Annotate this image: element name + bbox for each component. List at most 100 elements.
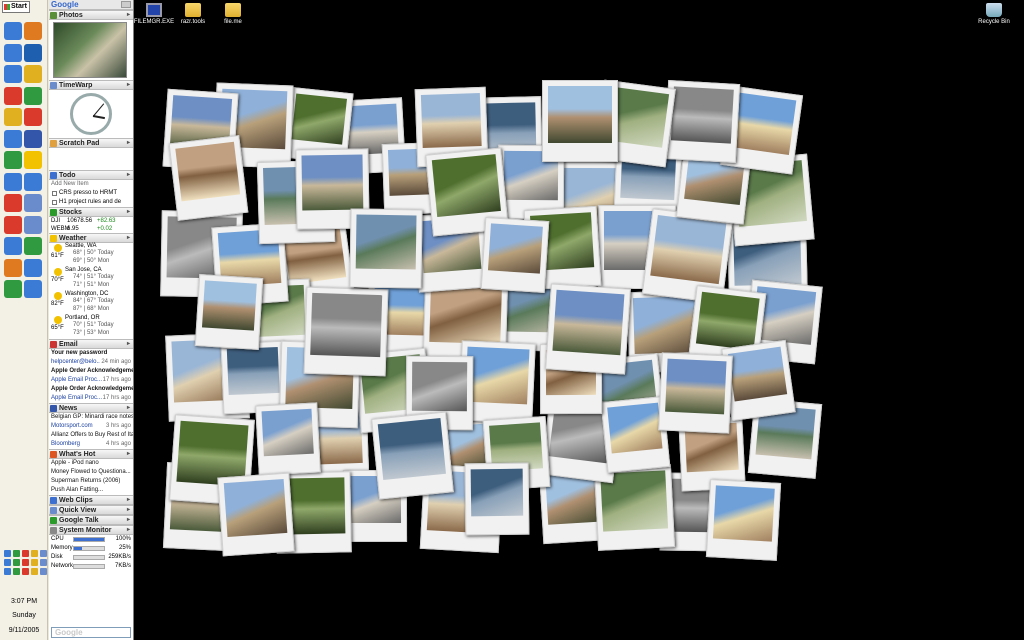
calendar-icon[interactable] bbox=[4, 215, 22, 234]
photo-polaroid[interactable] bbox=[545, 283, 631, 376]
web-clips-panel-title[interactable]: Web Clips ▸ bbox=[49, 495, 133, 505]
tray-icon[interactable] bbox=[31, 550, 38, 557]
photo-polaroid[interactable] bbox=[720, 340, 796, 422]
stocks-panel-title[interactable]: Stocks ▸ bbox=[49, 207, 133, 217]
photo-polaroid[interactable] bbox=[464, 462, 530, 536]
timewarp-panel-title[interactable]: TimeWarp ▸ bbox=[49, 80, 133, 90]
help-icon[interactable] bbox=[24, 258, 42, 277]
stock-row[interactable]: WEBM 6.95 +0.02 bbox=[49, 225, 133, 233]
photo-polaroid[interactable] bbox=[303, 286, 389, 377]
photo-polaroid[interactable] bbox=[194, 273, 263, 350]
windows-explorer-icon[interactable] bbox=[4, 22, 22, 40]
photo-polaroid[interactable] bbox=[371, 411, 455, 500]
tray-icon[interactable] bbox=[31, 559, 38, 566]
analog-clock[interactable] bbox=[70, 93, 112, 135]
panel-menu-arrow-icon[interactable]: ▸ bbox=[127, 340, 130, 349]
photo-polaroid[interactable] bbox=[217, 472, 296, 557]
tray-icon[interactable] bbox=[22, 550, 29, 557]
panel-menu-arrow-icon[interactable]: ▸ bbox=[127, 516, 130, 525]
whats-hot-item[interactable]: Money Flowed to Questiona... bbox=[49, 468, 133, 477]
photo-polaroid[interactable] bbox=[706, 479, 782, 562]
update-icon[interactable] bbox=[24, 237, 42, 255]
tools-icon[interactable] bbox=[4, 194, 22, 212]
weather-city[interactable]: Seattle, WA 61°F 68° | 50° Today 69° | 50° … bbox=[49, 243, 133, 267]
quick-view-panel-title[interactable]: Quick View ▸ bbox=[49, 505, 133, 515]
photo-slideshow-thumbnail[interactable] bbox=[53, 22, 127, 78]
photos-panel-title[interactable]: Photos ▸ bbox=[49, 10, 133, 20]
panel-menu-arrow-icon[interactable]: ▸ bbox=[127, 81, 130, 90]
start-button[interactable]: Start bbox=[2, 1, 30, 13]
printer-icon[interactable] bbox=[24, 215, 42, 234]
panel-menu-arrow-icon[interactable]: ▸ bbox=[127, 526, 130, 535]
sidebar-menu-button[interactable] bbox=[121, 1, 131, 8]
settings-icon[interactable] bbox=[24, 194, 42, 212]
bluetooth-icon[interactable] bbox=[24, 129, 42, 148]
whats-hot-panel-title[interactable]: What's Hot ▸ bbox=[49, 449, 133, 459]
refresh-icon[interactable] bbox=[4, 237, 22, 255]
google-talk-panel-title[interactable]: Google Talk ▸ bbox=[49, 515, 133, 525]
media-player-icon[interactable] bbox=[24, 65, 42, 83]
google-search-box[interactable]: Google bbox=[51, 627, 131, 638]
whats-hot-item[interactable]: Superman Returns (2006) bbox=[49, 477, 133, 486]
tray-icon[interactable] bbox=[4, 559, 11, 566]
scratch-pad-textarea[interactable] bbox=[49, 148, 133, 170]
weather-city[interactable]: Washington, DC 82°F 84° | 67° Today 87° | 6… bbox=[49, 291, 133, 315]
panel-menu-arrow-icon[interactable]: ▸ bbox=[127, 11, 130, 20]
checkbox[interactable] bbox=[52, 191, 57, 196]
panel-menu-arrow-icon[interactable]: ▸ bbox=[127, 506, 130, 515]
email-client-icon[interactable] bbox=[24, 43, 42, 62]
tray-icon[interactable] bbox=[40, 550, 47, 557]
checkbox[interactable] bbox=[52, 200, 57, 205]
photo-polaroid[interactable] bbox=[168, 135, 249, 222]
photo-polaroid[interactable] bbox=[255, 402, 321, 476]
firefox-icon[interactable] bbox=[24, 22, 42, 40]
photo-polaroid[interactable] bbox=[664, 79, 741, 163]
todo-add-input[interactable]: Add New Item bbox=[49, 180, 133, 189]
weather-panel-title[interactable]: Weather ▸ bbox=[49, 233, 133, 243]
whats-hot-item[interactable]: Apple - iPod nano bbox=[49, 459, 133, 468]
tray-icon[interactable] bbox=[40, 559, 47, 566]
tray-icon[interactable] bbox=[13, 550, 20, 557]
tray-icon[interactable] bbox=[22, 568, 29, 575]
globe-icon[interactable] bbox=[4, 129, 22, 148]
news-item[interactable]: Belgian GP: Minardi race notes Motorsport… bbox=[49, 413, 133, 431]
desktop-icon-razr-tools[interactable]: razr.tools bbox=[171, 2, 215, 25]
weather-city[interactable]: Portland, OR 65°F 70° | 51° Today 73° | 53°… bbox=[49, 315, 133, 339]
email-panel-title[interactable]: Email ▸ bbox=[49, 339, 133, 349]
panel-menu-arrow-icon[interactable]: ▸ bbox=[127, 496, 130, 505]
todo-item[interactable]: CRS presso to HRMT bbox=[49, 189, 133, 198]
photo-polaroid[interactable] bbox=[220, 340, 287, 414]
tray-icon[interactable] bbox=[13, 568, 20, 575]
network-icon[interactable] bbox=[4, 172, 22, 191]
system-monitor-panel-title[interactable]: System Monitor ▸ bbox=[49, 525, 133, 535]
messenger-icon[interactable] bbox=[4, 151, 22, 169]
shield-icon[interactable] bbox=[24, 108, 42, 126]
panel-menu-arrow-icon[interactable]: ▸ bbox=[127, 171, 130, 180]
weather-city[interactable]: San Jose, CA 70°F 74° | 51° Today 71° | 51°… bbox=[49, 267, 133, 291]
photo-polaroid[interactable] bbox=[657, 352, 733, 434]
desktop-icon-file-me[interactable]: file.me bbox=[211, 2, 255, 25]
disk-icon[interactable] bbox=[4, 65, 22, 83]
panel-menu-arrow-icon[interactable]: ▸ bbox=[127, 404, 130, 413]
desktop-icon-filemgr[interactable]: FILEMGR.EXE bbox=[132, 2, 176, 25]
camera-icon[interactable] bbox=[4, 280, 22, 298]
email-item[interactable]: Apple Order Acknowledgement-Orde... Apple… bbox=[49, 385, 133, 403]
desktop-icon-recycle-bin[interactable]: Recycle Bin bbox=[972, 2, 1016, 25]
todo-panel-title[interactable]: Todo ▸ bbox=[49, 170, 133, 180]
security-icon[interactable] bbox=[4, 86, 22, 105]
tray-icon[interactable] bbox=[40, 568, 47, 575]
pdf-icon[interactable] bbox=[24, 86, 42, 105]
search-icon[interactable] bbox=[24, 280, 42, 298]
photo-polaroid[interactable] bbox=[541, 80, 618, 162]
whats-hot-item[interactable]: Push Alan Fatting... bbox=[49, 486, 133, 495]
panel-menu-arrow-icon[interactable]: ▸ bbox=[127, 450, 130, 459]
address-book-icon[interactable] bbox=[4, 43, 22, 62]
tray-icon[interactable] bbox=[13, 559, 20, 566]
scratch-pad-panel-title[interactable]: Scratch Pad ▸ bbox=[49, 138, 133, 148]
news-item[interactable]: Allianz Offers to Buy Rest of Italy's RA… bbox=[49, 431, 133, 449]
tray-icon[interactable] bbox=[31, 568, 38, 575]
tray-icon[interactable] bbox=[4, 568, 11, 575]
photo-polaroid[interactable] bbox=[480, 216, 550, 293]
panel-menu-arrow-icon[interactable]: ▸ bbox=[127, 139, 130, 148]
tray-icon[interactable] bbox=[4, 550, 11, 557]
